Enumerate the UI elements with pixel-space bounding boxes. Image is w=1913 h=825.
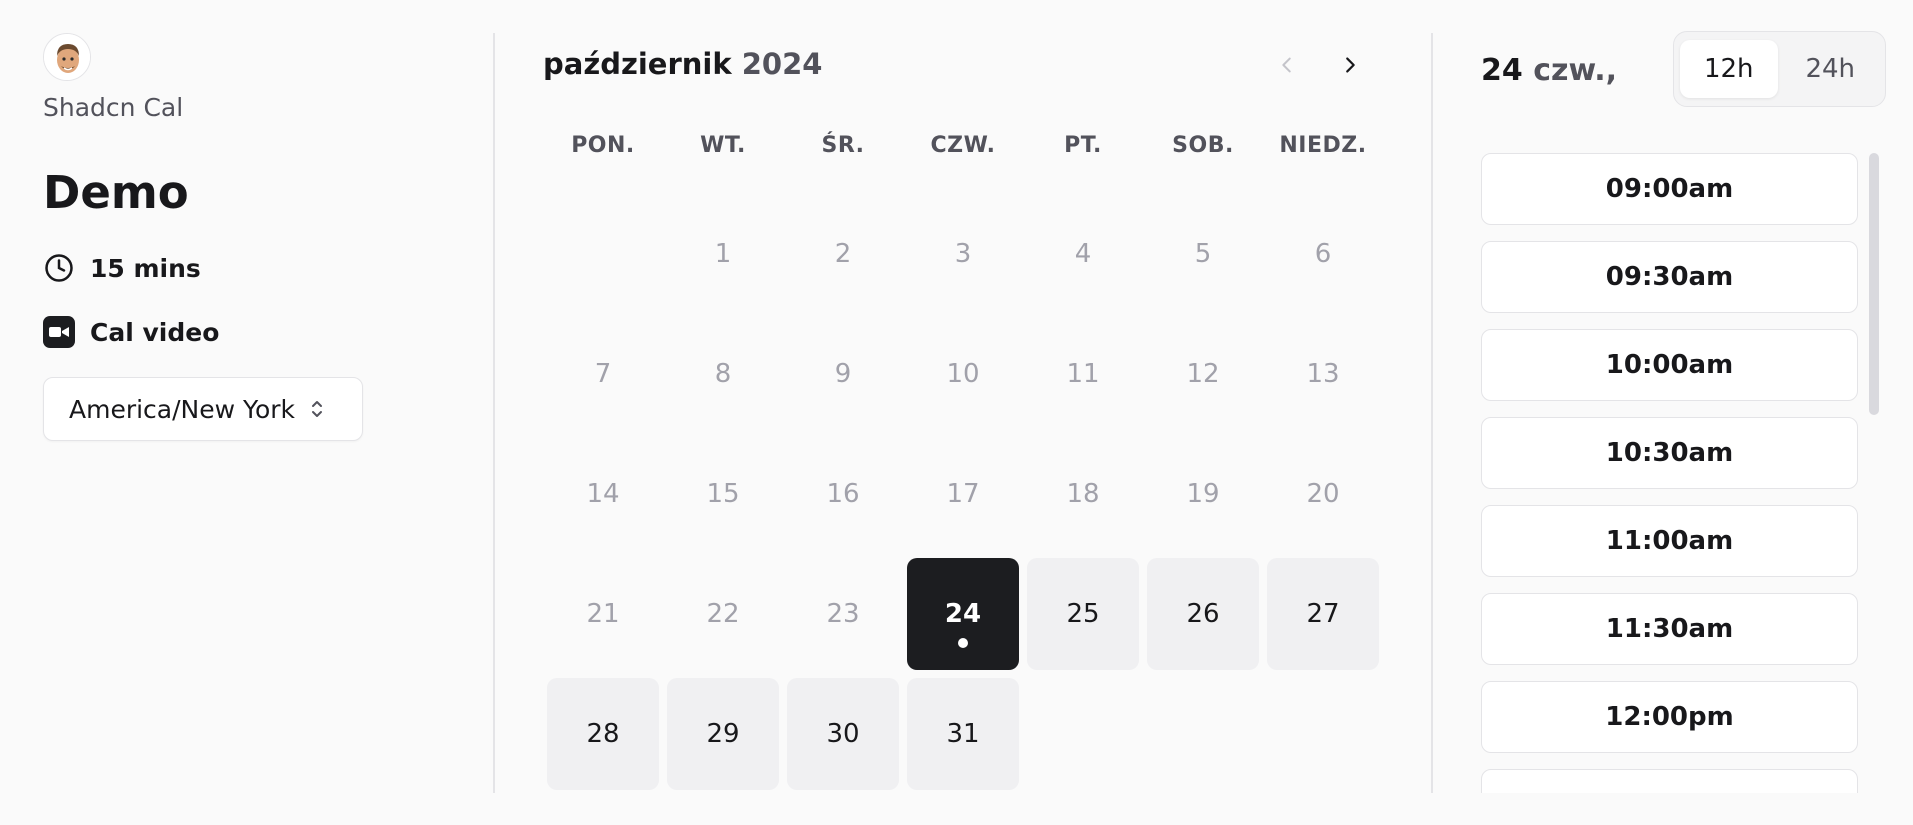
- event-info-panel: Shadcn Cal Demo 15 mins Cal video Americ…: [0, 0, 494, 825]
- weekday-sat: SOB.: [1172, 133, 1234, 158]
- location-row: Cal video: [43, 316, 219, 348]
- location-label: Cal video: [90, 317, 220, 347]
- calendar-day: 6: [1314, 239, 1332, 269]
- event-title: Demo: [43, 166, 189, 219]
- time-slot-button[interactable]: 09:00am: [1481, 153, 1858, 225]
- calendar-day: 12: [1186, 359, 1220, 389]
- slot-list-scrollbar[interactable]: [1869, 153, 1879, 415]
- calendar-day: 19: [1186, 479, 1220, 509]
- timezone-value: America/New York: [69, 394, 296, 424]
- calendar-day: 17: [946, 479, 980, 509]
- chevron-right-icon: [1346, 57, 1355, 73]
- calendar-day[interactable]: 25: [1027, 558, 1139, 670]
- month-name: październik: [543, 47, 732, 81]
- weekday-wed: ŚR.: [821, 133, 865, 158]
- duration-label: 15 mins: [90, 253, 201, 283]
- calendar-day: 11: [1066, 359, 1100, 389]
- time-slot-button[interactable]: 12:00pm: [1481, 681, 1858, 753]
- memoji-avatar-icon: [44, 34, 90, 80]
- calendar-day: 21: [586, 599, 620, 629]
- calendar-day: 23: [826, 599, 860, 629]
- chevron-left-icon: [1282, 57, 1291, 73]
- calendar-day: 16: [826, 479, 860, 509]
- time-slot-list: 09:00am 09:30am 10:00am 10:30am 11:00am …: [1481, 153, 1858, 793]
- clock-icon: [43, 252, 75, 284]
- calendar-day: 14: [586, 479, 620, 509]
- calendar-day: 1: [714, 239, 732, 269]
- calendar-day[interactable]: 29: [667, 678, 779, 790]
- time-slot-button[interactable]: 10:30am: [1481, 417, 1858, 489]
- duration-row: 15 mins: [43, 252, 201, 284]
- calendar-day: 4: [1074, 239, 1092, 269]
- calendar-day[interactable]: 30: [787, 678, 899, 790]
- time-slot-button[interactable]: 11:00am: [1481, 505, 1858, 577]
- calendar-day: 22: [706, 599, 740, 629]
- calendar-day[interactable]: 27: [1267, 558, 1379, 670]
- calendar-day[interactable]: 28: [547, 678, 659, 790]
- time-slot-button[interactable]: 09:30am: [1481, 241, 1858, 313]
- calendar-day: 9: [834, 359, 852, 389]
- weekday-mon: PON.: [571, 133, 635, 158]
- weekday-fri: PT.: [1064, 133, 1102, 158]
- video-camera-icon: [43, 316, 75, 348]
- organization-name: Shadcn Cal: [43, 93, 184, 122]
- calendar-day: 10: [946, 359, 980, 389]
- calendar-day: 8: [714, 359, 732, 389]
- avatar: [43, 33, 91, 81]
- chevrons-up-down-icon: [309, 398, 325, 420]
- calendar-day: 2: [834, 239, 852, 269]
- calendar-day-selected[interactable]: 24: [907, 558, 1019, 670]
- next-month-button[interactable]: [1330, 45, 1370, 85]
- weekday-tue: WT.: [700, 133, 746, 158]
- time-format-toggle: 12h 24h: [1673, 31, 1886, 107]
- selected-day-weekday: czw.,: [1533, 53, 1618, 88]
- weekday-thu: CZW.: [930, 133, 996, 158]
- year-label: 2024: [741, 47, 823, 81]
- calendar-day: 13: [1306, 359, 1340, 389]
- calendar-day[interactable]: 26: [1147, 558, 1259, 670]
- calendar-day: 7: [594, 359, 612, 389]
- calendar-day: 5: [1194, 239, 1212, 269]
- selected-day-number: 24: [1481, 53, 1523, 88]
- divider-left: [493, 33, 495, 793]
- time-slot-button[interactable]: 10:00am: [1481, 329, 1858, 401]
- calendar-day: 3: [954, 239, 972, 269]
- calendar-day: 18: [1066, 479, 1100, 509]
- time-slot-button[interactable]: 11:30am: [1481, 593, 1858, 665]
- selected-date-heading: 24 czw.,: [1481, 53, 1617, 88]
- prev-month-button[interactable]: [1267, 45, 1307, 85]
- time-slot-button-partial[interactable]: [1481, 769, 1858, 793]
- calendar-day[interactable]: 31: [907, 678, 1019, 790]
- format-24h-button[interactable]: 24h: [1782, 40, 1880, 98]
- divider-right: [1431, 33, 1433, 793]
- format-12h-button[interactable]: 12h: [1680, 40, 1778, 98]
- calendar-day: 20: [1306, 479, 1340, 509]
- timezone-select[interactable]: America/New York: [43, 377, 363, 441]
- calendar-day: 15: [706, 479, 740, 509]
- month-title: październik 2024: [543, 47, 822, 81]
- weekday-sun: NIEDZ.: [1279, 133, 1367, 158]
